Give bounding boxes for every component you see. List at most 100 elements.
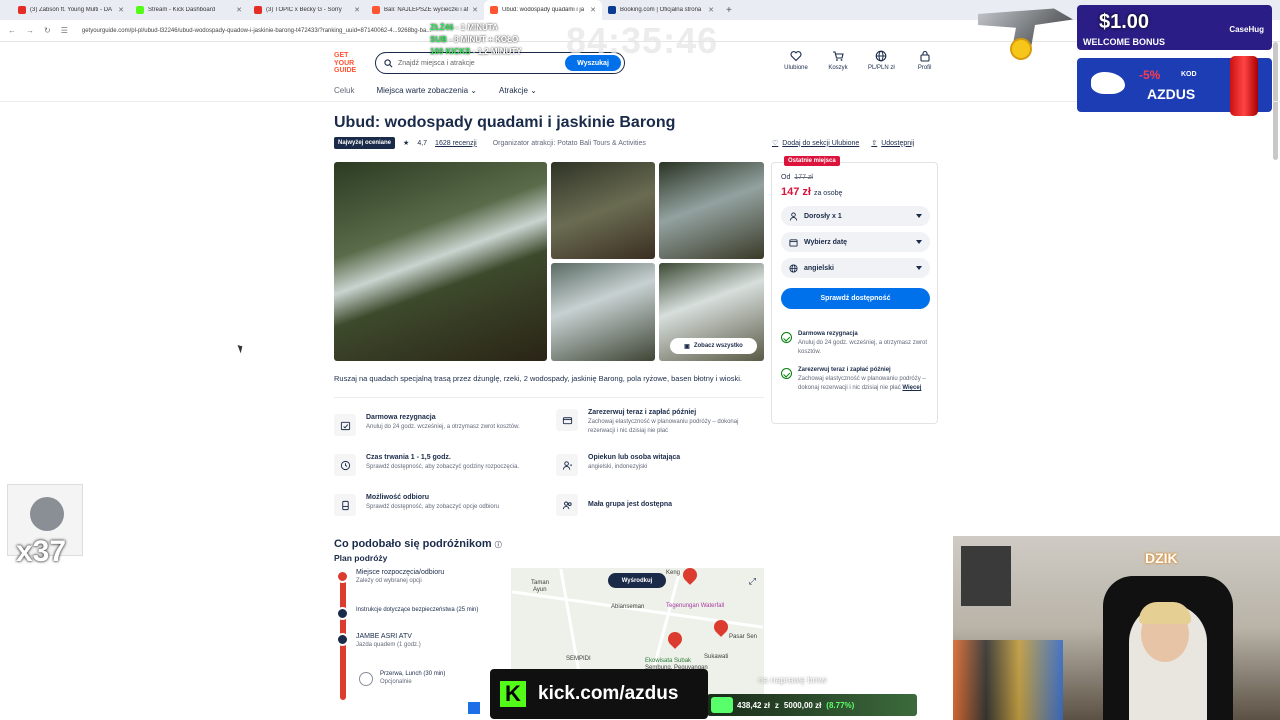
price-value: 147 zł <box>781 186 811 198</box>
close-tab-icon[interactable]: ✕ <box>708 6 714 14</box>
check-availability-button[interactable]: Sprawdź dostępność <box>781 288 930 309</box>
webcam-feed: DZIK <box>953 536 1280 720</box>
perk-sub: Anuluj do 24 godz. wcześniej, a otrzymas… <box>798 340 928 355</box>
feature-sub: Anuluj do 24 godz. wcześniej, a otrzymas… <box>366 424 520 430</box>
gallery-photo[interactable] <box>551 263 655 361</box>
feature-title: Możliwość odbioru <box>366 494 429 501</box>
gallery-main-photo[interactable] <box>334 162 547 361</box>
logo-line-2: YOUR <box>334 59 355 67</box>
close-tab-icon[interactable]: ✕ <box>236 6 242 14</box>
language-value: angielski <box>804 264 834 272</box>
back-icon[interactable]: ← <box>8 26 16 35</box>
stop-pin-icon <box>336 633 349 646</box>
add-to-wishlist-button[interactable]: ♡ Dodaj do sekcji Ulubione <box>772 139 859 148</box>
check-circle-icon <box>781 368 792 379</box>
organizer-text[interactable]: Organizator atrakcji: Potato Bali Tours … <box>493 140 646 147</box>
rating-value: 4,7 <box>417 139 428 147</box>
map-label: Taman <box>531 580 550 586</box>
wishlist-link[interactable]: Ulubione <box>784 50 808 71</box>
profile-link[interactable]: Profil <box>913 50 937 71</box>
cart-link[interactable]: Koszyk <box>826 50 850 71</box>
promo-text: WELCOME BONUS <box>1083 37 1165 47</box>
tab-favicon-icon <box>136 6 144 14</box>
goal-icon <box>711 697 733 713</box>
last-spots-badge: Ostatnie miejsca <box>784 156 840 166</box>
gallery-photo[interactable] <box>551 162 655 259</box>
promo-code-label: KOD <box>1181 71 1197 78</box>
close-tab-icon[interactable]: ✕ <box>472 6 478 14</box>
goal-line: SUB - 8 MINUT + KOŁO <box>430 34 560 46</box>
windows-start-icon[interactable] <box>468 702 480 714</box>
url-text[interactable]: getyourguide.com/pl-pl/ubud-l32246/ubud-… <box>82 28 431 34</box>
reload-icon[interactable]: ↻ <box>44 26 51 35</box>
sub-navigation: Celuk Miejsca warte zobaczenia ⌄ Atrakcj… <box>334 86 537 95</box>
see-all-photos-button[interactable]: ▣ Zobacz wszystko <box>670 338 757 354</box>
stop-sub: Zależy od wybranej opcji <box>356 578 422 584</box>
date-select[interactable]: Wybierz datę <box>781 232 930 252</box>
goal-accent: ZŁŻ46 <box>430 23 454 32</box>
feature-title: Darmowa rezygnacja <box>366 414 436 421</box>
close-tab-icon[interactable]: ✕ <box>354 6 360 14</box>
goal-text: - 8 MINUT + KOŁO <box>446 35 519 44</box>
balance-target: 5000,00 zł <box>783 700 822 710</box>
kick-logo-icon: K <box>500 681 526 707</box>
itinerary-stop[interactable]: Przerwa, Lunch (30 min) Opcjonalnie <box>380 671 445 685</box>
star-icon: ★ <box>403 140 410 147</box>
listing-description: Ruszaj na quadach specjalną trasą przez … <box>334 374 743 383</box>
donation-goal-bar: 438,42 zł z 5000,00 zł (8.77%) <box>707 694 917 716</box>
goal-line: 100 KICKS - 1,2 MINUTY <box>430 46 560 58</box>
gallery-photo[interactable] <box>659 162 764 259</box>
balance-percent: (8.77%) <box>826 700 855 710</box>
getyourguide-logo[interactable]: GET YOUR GUIDE <box>334 52 364 76</box>
subnav-attractions[interactable]: Atrakcje ⌄ <box>499 86 537 95</box>
close-tab-icon[interactable]: ✕ <box>590 6 596 14</box>
map-pin-icon[interactable] <box>665 629 685 649</box>
tab-favicon-icon <box>608 6 616 14</box>
search-icon <box>384 58 393 67</box>
itinerary-stop[interactable]: Instrukcje dotyczące bezpieczeństwa (25 … <box>356 607 478 613</box>
balance-current: 438,42 zł <box>737 700 770 710</box>
more-link[interactable]: Więcej <box>902 385 921 391</box>
info-icon[interactable]: ⓘ <box>495 542 502 549</box>
map-center-button[interactable]: Wyśrodkuj <box>608 573 666 588</box>
feature-title: Czas trwania 1 - 1,5 godz. <box>366 454 451 461</box>
feature-sub: Sprawdź dostępność, aby zobaczyć godziny… <box>366 464 520 470</box>
new-tab-button[interactable]: + <box>726 5 732 16</box>
browser-tab[interactable]: (3) TOPIC x Becky G - Sorry ✕ <box>248 0 366 20</box>
subnav-celuk[interactable]: Celuk <box>334 86 354 95</box>
share-button[interactable]: ⇧ Udostępnij <box>871 139 914 148</box>
heart-icon <box>790 51 802 62</box>
price-from: Od 177 zł <box>781 174 813 181</box>
person-icon <box>789 211 798 221</box>
feature-title: Opiekun lub osoba witająca <box>588 454 681 461</box>
language-currency-link[interactable]: PL/PLN zł <box>868 50 895 71</box>
browser-tab[interactable]: Stream - Kick Dashboard ✕ <box>130 0 248 20</box>
subs-counter-overlay: x37 <box>7 484 83 567</box>
perk-sub: Zachowaj elastyczność w planowaniu podró… <box>798 375 931 393</box>
fullscreen-icon[interactable]: ⤢ <box>749 576 756 587</box>
itinerary-stop[interactable]: JAMBE ASRI ATV Jazda quadem (1 godz.) <box>356 633 421 648</box>
chevron-down-icon: ⌄ <box>530 86 537 95</box>
browser-tab[interactable]: (3) Zabson ft. Young Multi - DA ✕ <box>12 0 130 20</box>
reviews-link[interactable]: 1628 recenzji <box>435 140 477 147</box>
subnav-sights[interactable]: Miejsca warte zobaczenia ⌄ <box>376 86 477 95</box>
search-input[interactable]: Znajdź miejsca i atrakcje <box>398 60 475 67</box>
coin-icon <box>1010 38 1032 60</box>
tab-favicon-icon <box>254 6 262 14</box>
energy-drink-image <box>1230 56 1258 116</box>
site-info-icon[interactable]: ☰ <box>61 26 68 35</box>
browser-tab[interactable]: Bali: NAJLEPSZE wycieczki i atr ✕ <box>366 0 484 20</box>
forward-icon[interactable]: → <box>26 26 34 35</box>
stop-title: Instrukcje dotyczące bezpieczeństwa (25 … <box>356 607 479 613</box>
old-price: 177 zł <box>794 174 813 181</box>
browser-tab[interactable]: Booking.com | Oficjalna strona ✕ <box>602 0 720 20</box>
feature-small-group: Mała grupa jest dostępna <box>556 494 766 516</box>
close-tab-icon[interactable]: ✕ <box>118 6 124 14</box>
language-select[interactable]: angielski <box>781 258 930 278</box>
browser-tab[interactable]: Ubud: wodospady quadami i ja ✕ <box>484 0 602 20</box>
participants-select[interactable]: Dorosły x 1 <box>781 206 930 226</box>
feature-sub: angielski, indonezyjski <box>588 464 648 470</box>
itinerary-stop[interactable]: Miejsce rozpoczęcia/odbioru Zależy od wyb… <box>356 569 444 584</box>
promo-code: AZDUS <box>1147 86 1196 102</box>
map-pin-icon[interactable] <box>680 568 700 585</box>
